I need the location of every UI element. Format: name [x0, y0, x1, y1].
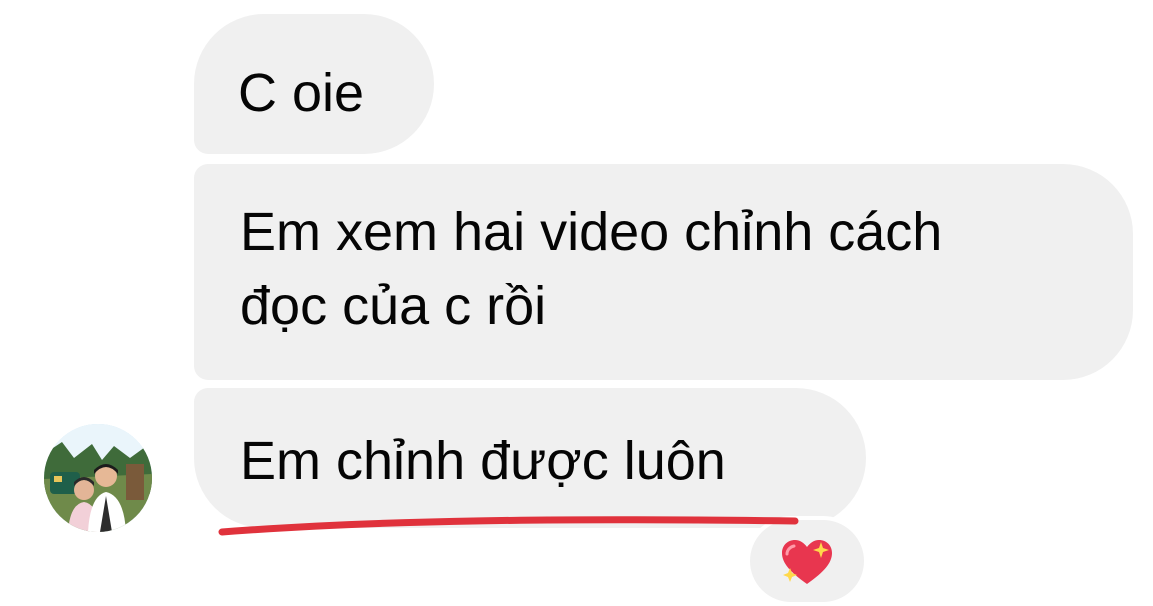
message-text: Em xem hai video chỉnh cách [240, 202, 943, 262]
message-text: Em chỉnh được luôn [240, 431, 726, 491]
reaction-badge[interactable] [746, 516, 868, 606]
sparkling-heart-icon [782, 540, 832, 584]
message-text: C oie [238, 63, 365, 123]
sender-avatar[interactable] [44, 424, 152, 532]
message-bubble[interactable]: Em xem hai video chỉnh cách đọc của c rồ… [194, 164, 1133, 380]
message-bubble[interactable]: Em chỉnh được luôn [194, 388, 866, 528]
message-bubble[interactable]: C oie [194, 14, 434, 154]
avatar-photo [44, 424, 152, 532]
message-text: đọc của c rồi [240, 276, 547, 336]
